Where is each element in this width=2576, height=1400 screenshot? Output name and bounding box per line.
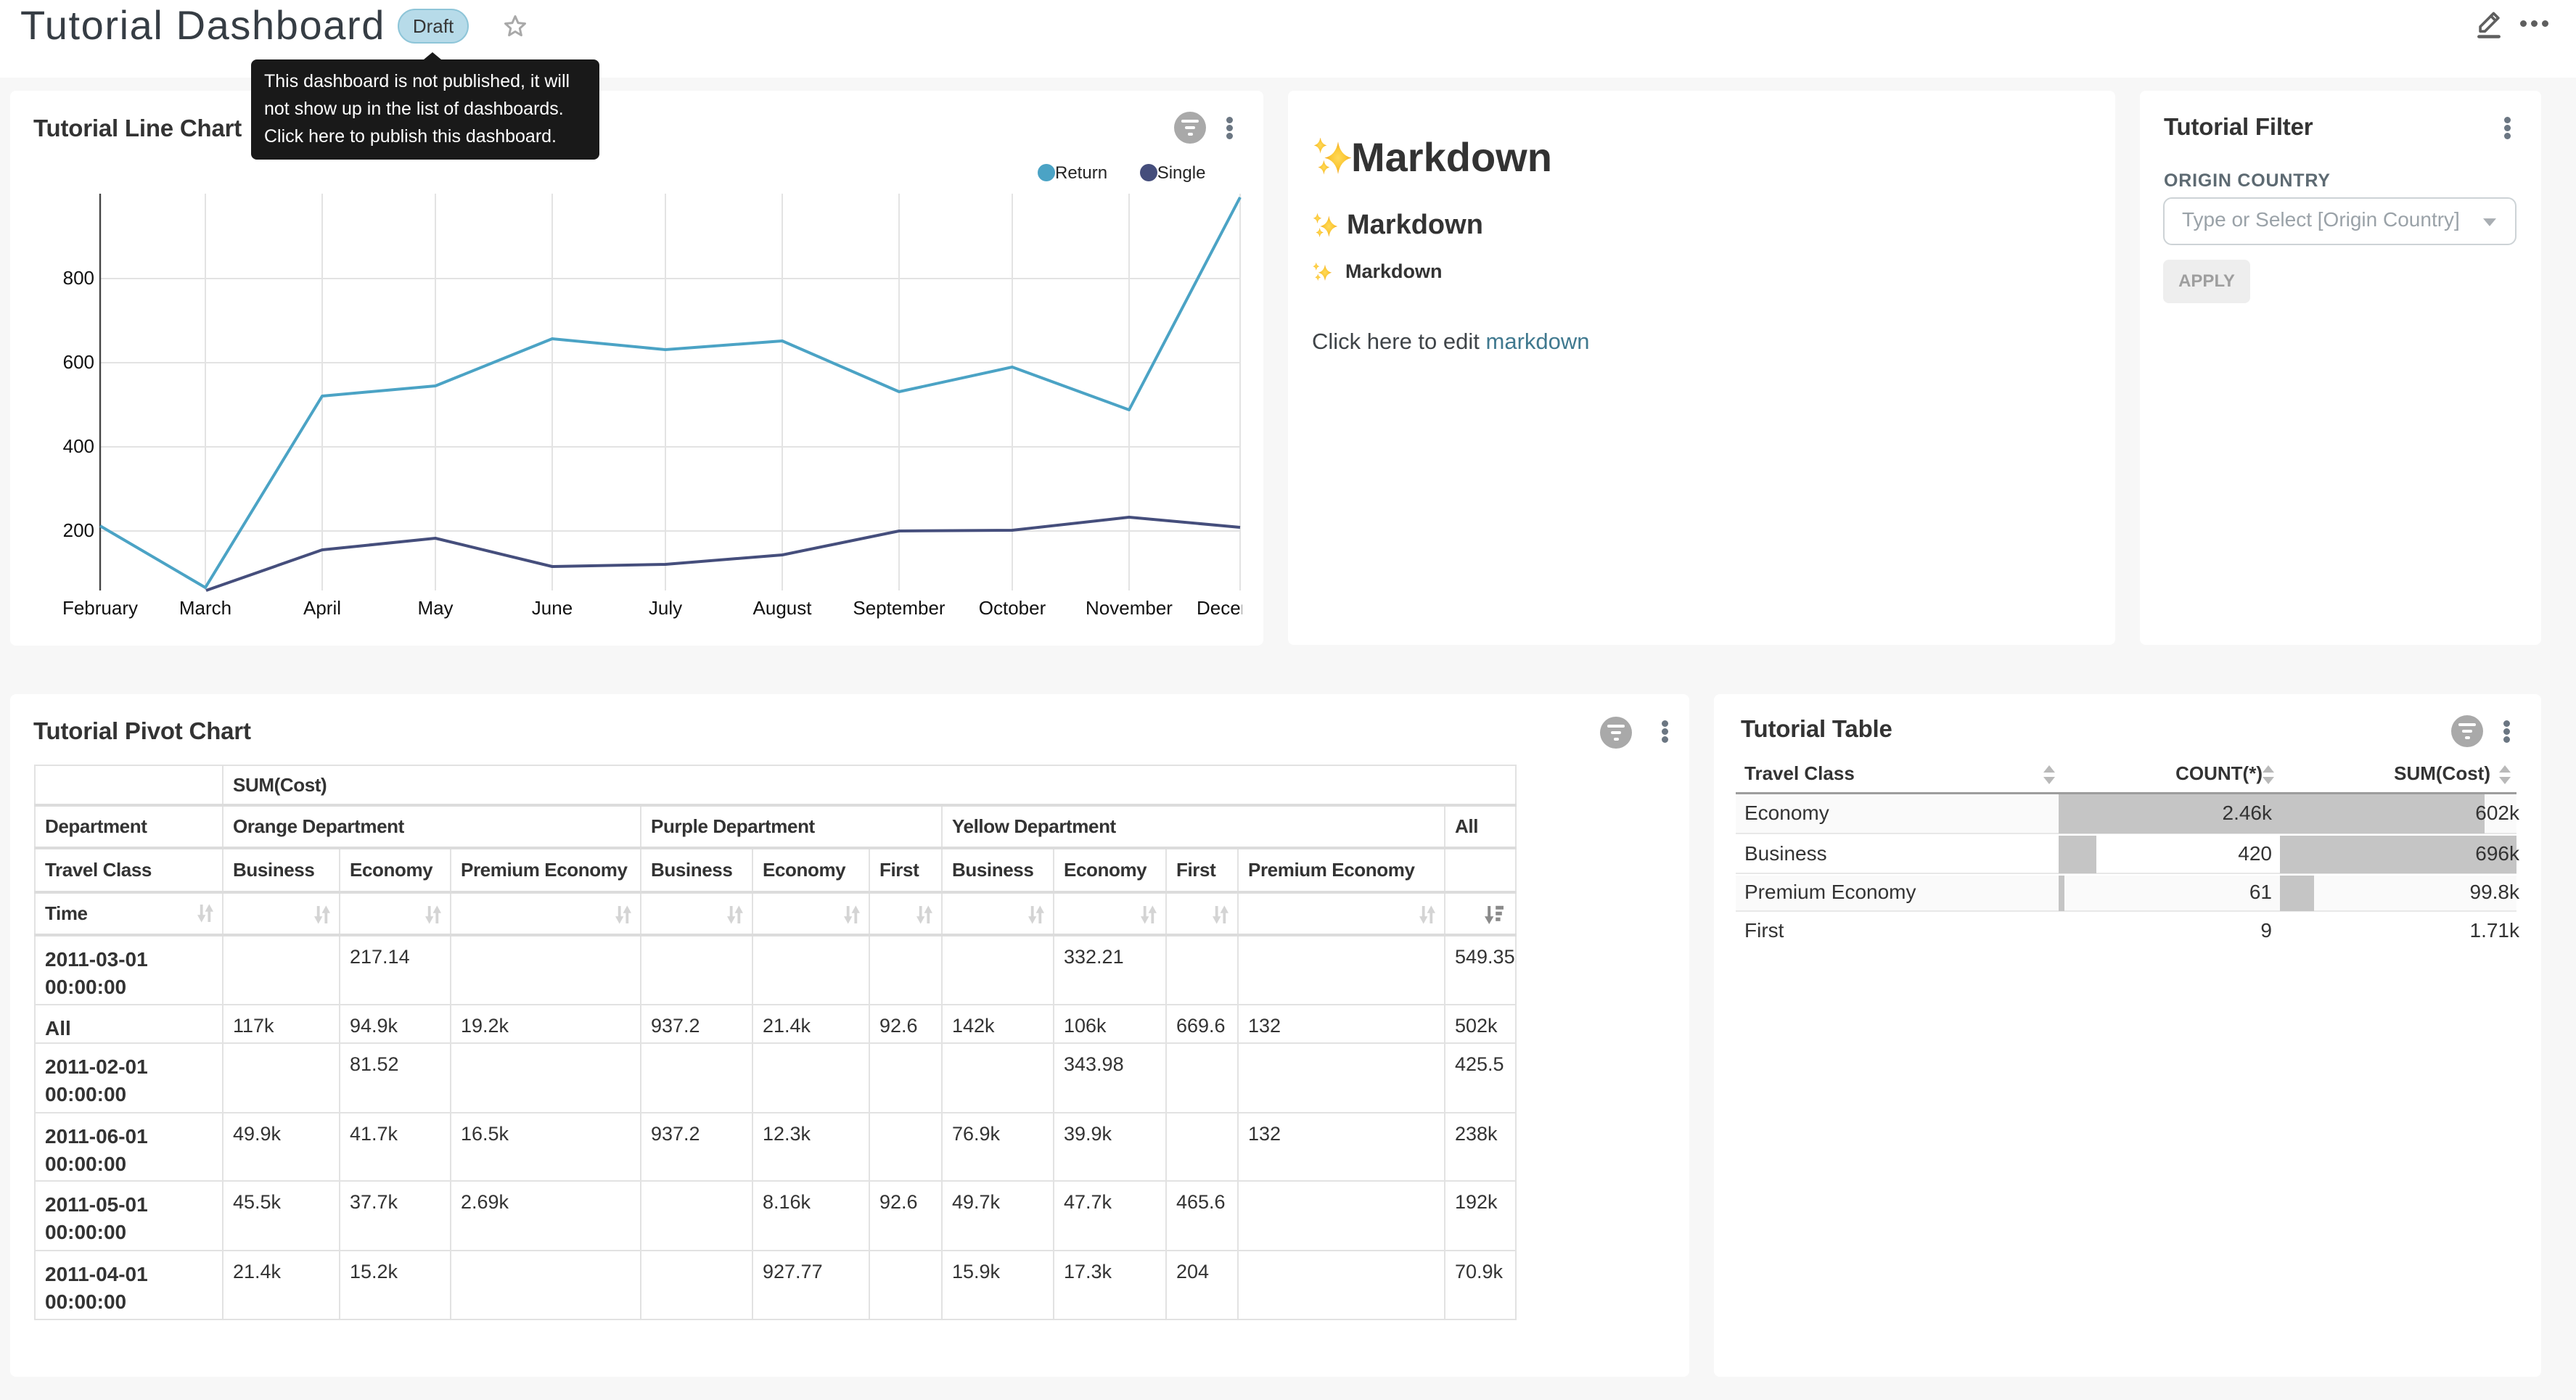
- svg-text:October: October: [979, 597, 1046, 619]
- svg-text:April: April: [303, 597, 341, 619]
- svg-text:August: August: [753, 597, 813, 619]
- svg-text:600: 600: [63, 351, 94, 373]
- svg-text:July: July: [649, 597, 682, 619]
- svg-text:March: March: [179, 597, 231, 619]
- svg-text:400: 400: [63, 435, 94, 457]
- svg-text:200: 200: [63, 519, 94, 541]
- svg-text:June: June: [532, 597, 573, 619]
- svg-text:November: November: [1086, 597, 1173, 619]
- svg-text:800: 800: [63, 267, 94, 289]
- svg-text:December: December: [1197, 597, 1242, 619]
- svg-text:September: September: [853, 597, 946, 619]
- svg-text:May: May: [417, 597, 453, 619]
- svg-text:February: February: [62, 597, 138, 619]
